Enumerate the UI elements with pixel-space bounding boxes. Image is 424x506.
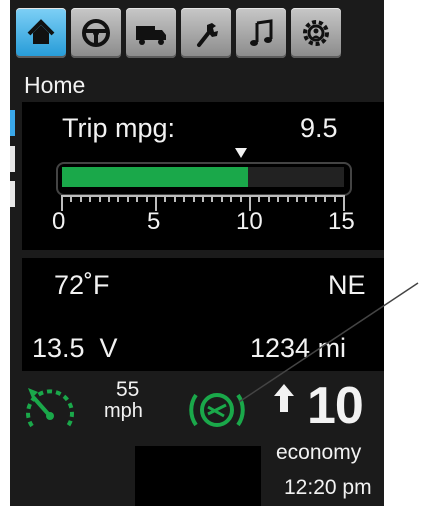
callout-line bbox=[238, 282, 419, 403]
